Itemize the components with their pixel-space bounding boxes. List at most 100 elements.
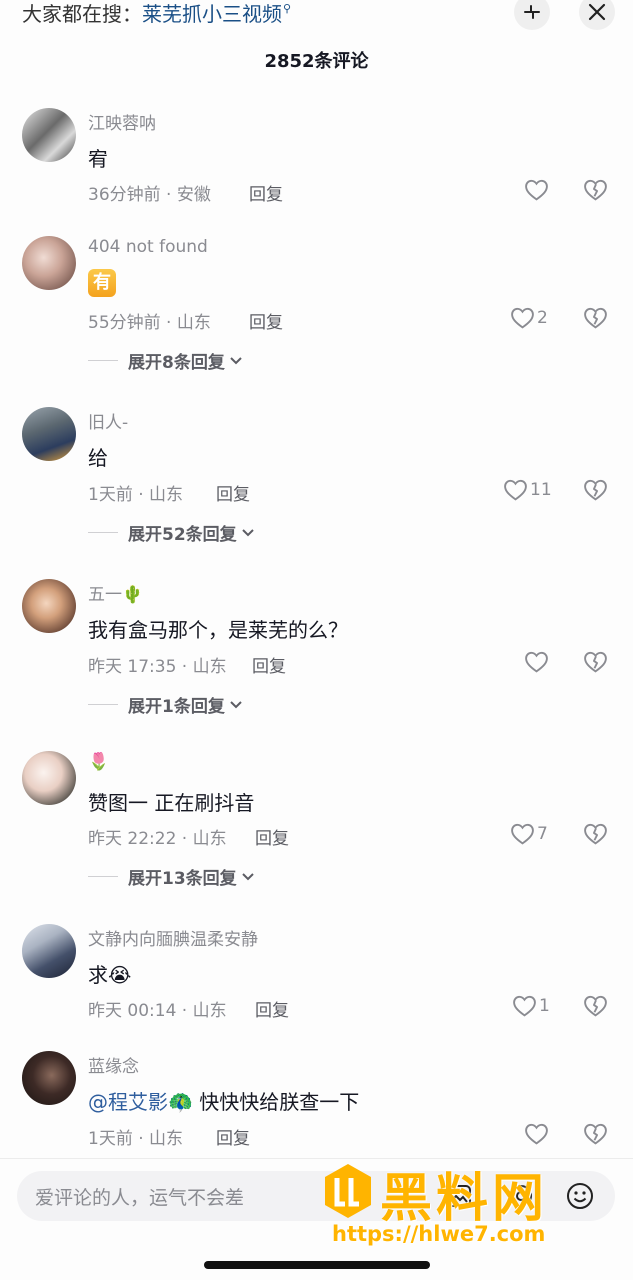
avatar[interactable] — [22, 751, 76, 805]
broken-heart-icon — [584, 1123, 607, 1145]
watermark-title: 黑料网 — [380, 1169, 549, 1229]
dislike-button[interactable] — [583, 178, 608, 206]
broken-heart-icon — [584, 995, 607, 1017]
expand-replies-label: 展开1条回复 — [128, 697, 225, 717]
avatar[interactable] — [22, 1051, 76, 1105]
close-icon — [588, 3, 606, 21]
like-button[interactable]: 7 — [510, 822, 548, 846]
comment-username[interactable]: 文静内向腼腆温柔安静 — [88, 925, 258, 950]
heart-icon — [511, 823, 534, 845]
comment-meta: 昨天 17:35 · 山东 — [88, 657, 227, 677]
like-button[interactable] — [524, 650, 551, 674]
heart-icon — [504, 479, 527, 501]
search-link[interactable]: 莱芜抓小三视频 — [142, 2, 282, 26]
dislike-button[interactable] — [583, 306, 608, 334]
expand-replies-button[interactable]: 展开13条回复 — [88, 864, 255, 889]
comment-meta: 1天前 · 山东 — [88, 485, 184, 505]
search-suggestion[interactable]: 大家都在搜：莱芜抓小三视频⚲ — [22, 0, 291, 27]
broken-heart-icon — [584, 823, 607, 845]
broken-heart-icon — [584, 651, 607, 673]
like-count: 7 — [537, 824, 548, 844]
chevron-down-icon — [241, 528, 254, 536]
mention-link[interactable]: @程艾影🦚 — [88, 1090, 193, 1114]
reply-button[interactable]: 回复 — [216, 1124, 250, 1149]
comment-username[interactable]: 江映蓉呐 — [88, 109, 156, 134]
expand-replies-button[interactable]: 展开1条回复 — [88, 692, 243, 717]
like-count: 2 — [537, 308, 548, 328]
dislike-button[interactable] — [583, 994, 608, 1022]
home-indicator[interactable] — [204, 1261, 430, 1269]
like-button[interactable] — [524, 178, 551, 202]
reply-button[interactable]: 回复 — [249, 308, 283, 333]
chevron-down-icon — [230, 356, 242, 364]
comment-username[interactable]: 404 not found — [88, 237, 208, 257]
comment-meta: 1天前 · 山东 — [88, 1129, 184, 1149]
comment-username[interactable]: 🌷 — [88, 752, 109, 772]
like-count: 1 — [539, 996, 550, 1016]
like-button[interactable]: 11 — [503, 478, 552, 502]
close-button[interactable] — [579, 0, 615, 30]
heart-icon — [513, 995, 536, 1017]
like-button[interactable]: 2 — [510, 306, 548, 330]
like-button[interactable] — [524, 1122, 551, 1146]
comment-meta: 昨天 22:22 · 山东 — [88, 829, 227, 849]
avatar[interactable] — [22, 579, 76, 633]
text-badge: 有 — [88, 269, 116, 297]
avatar[interactable] — [22, 924, 76, 978]
like-button[interactable]: 1 — [512, 994, 550, 1018]
comment-username[interactable]: 五一🌵 — [88, 580, 143, 605]
expand-replies-label: 展开52条回复 — [128, 525, 237, 545]
reply-button[interactable]: 回复 — [252, 652, 286, 677]
chevron-down-icon — [230, 700, 242, 708]
expand-replies-label: 展开13条回复 — [128, 869, 237, 889]
collapse-button[interactable] — [514, 0, 550, 30]
comment-meta: 昨天 00:14 · 山东 — [88, 1001, 227, 1021]
comment-username[interactable]: 蓝缘念 — [88, 1052, 139, 1077]
heart-icon — [525, 1123, 548, 1145]
comment-meta: 55分钟前 · 山东 — [88, 313, 211, 333]
reply-button[interactable]: 回复 — [249, 180, 283, 205]
search-prefix: 大家都在搜： — [22, 2, 142, 26]
comment-text: 我有盒马那个，是莱芜的么？ — [88, 618, 348, 642]
avatar[interactable] — [22, 407, 76, 461]
divider — [88, 360, 118, 361]
heart-icon — [525, 179, 548, 201]
expand-replies-label: 展开8条回复 — [128, 353, 225, 373]
expand-replies-button[interactable]: 展开8条回复 — [88, 348, 243, 373]
heart-icon — [511, 307, 534, 329]
top-bar: 大家都在搜：莱芜抓小三视频⚲ — [0, 0, 633, 30]
dislike-button[interactable] — [583, 822, 608, 850]
dislike-button[interactable] — [583, 478, 608, 506]
comment-text: 求😭 — [88, 963, 132, 987]
comment-text: @程艾影🦚 快快快给朕查一下 — [88, 1086, 359, 1115]
comment-input-placeholder: 爱评论的人，运气不会差 — [35, 1187, 245, 1209]
comment-text: 有 — [88, 269, 116, 297]
collapse-icon — [524, 5, 540, 19]
comment-text: 给 — [88, 446, 108, 470]
watermark: 黑料网 https://hlwe7.com — [322, 1160, 612, 1256]
dislike-button[interactable] — [583, 1122, 608, 1150]
broken-heart-icon — [584, 307, 607, 329]
heart-icon — [525, 651, 548, 673]
reply-button[interactable]: 回复 — [255, 996, 289, 1021]
reply-button[interactable]: 回复 — [216, 480, 250, 505]
like-count: 11 — [530, 480, 552, 500]
search-icon: ⚲ — [283, 2, 292, 15]
comment-text: 赞图一 正在刷抖音 — [88, 791, 255, 815]
reply-button[interactable]: 回复 — [255, 824, 289, 849]
watermark-logo-icon — [325, 1164, 371, 1218]
divider — [88, 532, 118, 533]
expand-replies-button[interactable]: 展开52条回复 — [88, 520, 255, 545]
divider — [88, 876, 118, 877]
comment-count-title: 2852条评论 — [264, 51, 369, 72]
comment-text: 宥 — [88, 147, 108, 171]
avatar[interactable] — [22, 236, 76, 290]
comment-meta: 36分钟前 · 安徽 — [88, 185, 211, 205]
comment-text-body: 快快快给朕查一下 — [192, 1090, 360, 1114]
divider — [88, 704, 118, 705]
chevron-down-icon — [241, 872, 254, 880]
dislike-button[interactable] — [583, 650, 608, 678]
comment-username[interactable]: 旧人- — [88, 408, 128, 433]
avatar[interactable] — [22, 108, 76, 162]
watermark-url: https://hlwe7.com — [332, 1222, 546, 1246]
